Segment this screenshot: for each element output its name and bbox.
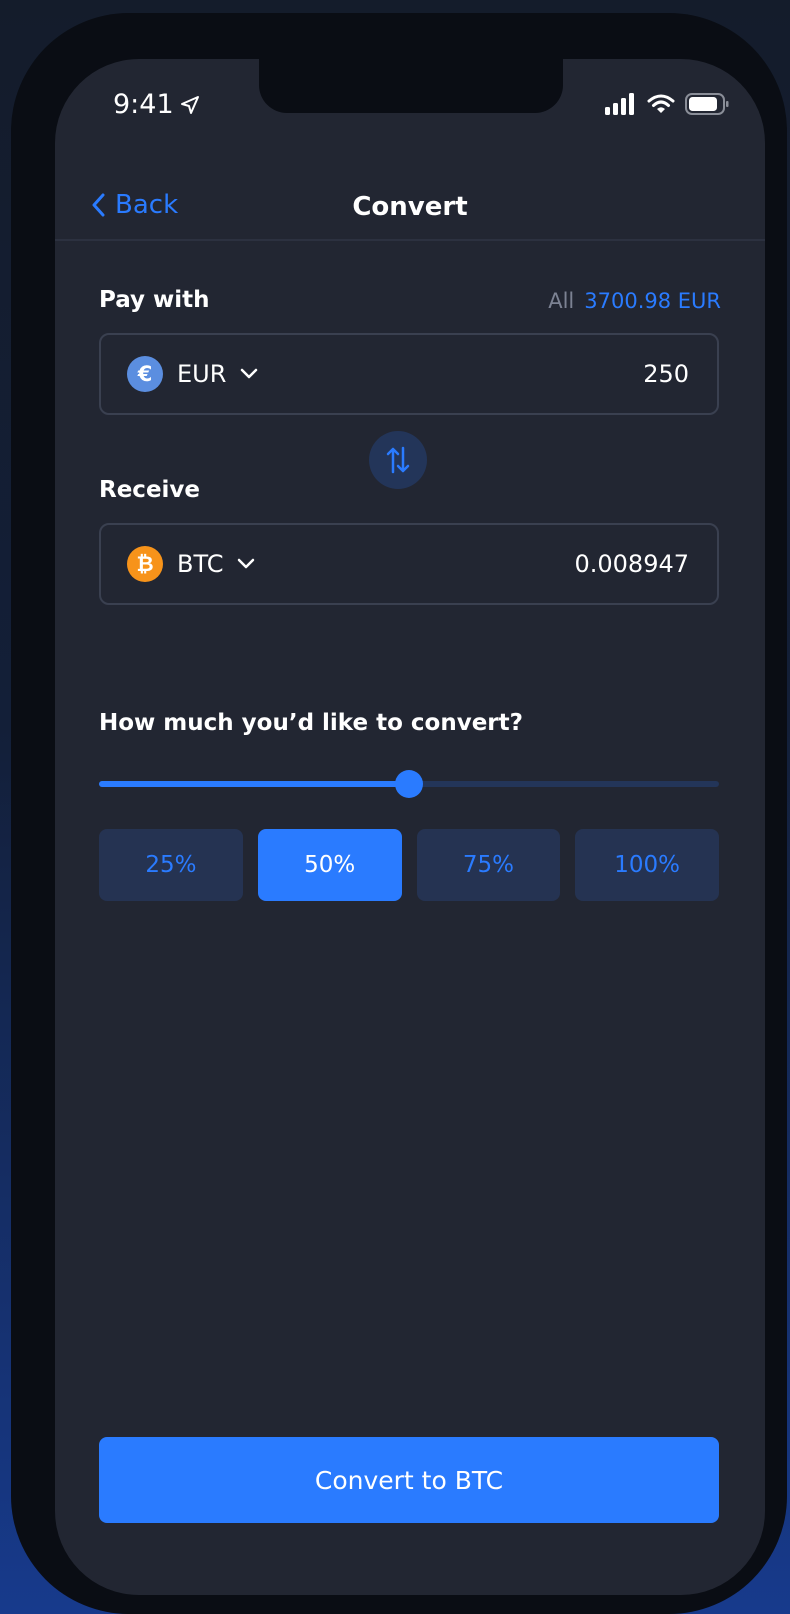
swap-arrows-icon	[386, 446, 410, 474]
receive-currency-code: BTC	[177, 550, 224, 578]
status-time: 9:41	[113, 89, 200, 120]
pay-with-label: Pay with	[99, 287, 210, 313]
percent-option-25[interactable]: 25%	[99, 829, 243, 901]
all-label: All	[548, 289, 575, 313]
status-icons	[605, 93, 729, 115]
location-arrow-icon	[180, 95, 199, 114]
percent-option-50[interactable]: 50%	[257, 829, 402, 901]
slider-fill	[99, 781, 409, 787]
header-divider	[55, 239, 765, 241]
percent-option-75[interactable]: 75%	[416, 829, 561, 901]
page-title: Convert	[352, 192, 468, 222]
all-balance[interactable]: All 3700.98 EUR	[548, 289, 721, 313]
chevron-down-icon	[241, 368, 258, 379]
convert-question-label: How much you’d like to convert?	[99, 710, 523, 736]
battery-icon	[685, 93, 729, 115]
status-time-text: 9:41	[113, 89, 174, 120]
convert-button[interactable]: Convert to BTC	[99, 1437, 719, 1523]
swap-button[interactable]	[369, 431, 427, 489]
receive-currency-selector[interactable]: ₿ BTC	[127, 525, 255, 603]
wifi-icon	[647, 94, 675, 113]
amount-slider[interactable]	[99, 770, 719, 798]
receive-label: Receive	[99, 477, 201, 503]
signal-icon	[605, 93, 634, 115]
percent-option-100[interactable]: 100%	[575, 829, 719, 901]
notch	[259, 59, 563, 113]
all-balance-value[interactable]: 3700.98 EUR	[584, 289, 721, 313]
percent-options: 25% 50% 75% 100%	[99, 829, 719, 901]
phone-frame: 9:41 Back Convert Pay with All 3700.98 E…	[11, 13, 787, 1614]
pay-with-field: € EUR 250	[99, 333, 719, 415]
chevron-down-icon	[238, 558, 255, 569]
receive-field: ₿ BTC 0.008947	[99, 523, 719, 605]
pay-amount-input[interactable]: 250	[643, 335, 689, 413]
pay-currency-selector[interactable]: € EUR	[127, 335, 258, 413]
pay-currency-code: EUR	[177, 360, 227, 388]
bitcoin-coin-icon: ₿	[127, 546, 163, 582]
receive-amount-value: 0.008947	[574, 550, 689, 578]
euro-coin-icon: €	[127, 356, 163, 392]
screen: 9:41 Back Convert Pay with All 3700.98 E…	[55, 59, 765, 1595]
slider-thumb[interactable]	[395, 770, 423, 798]
nav-bar: Back Convert	[55, 186, 765, 238]
